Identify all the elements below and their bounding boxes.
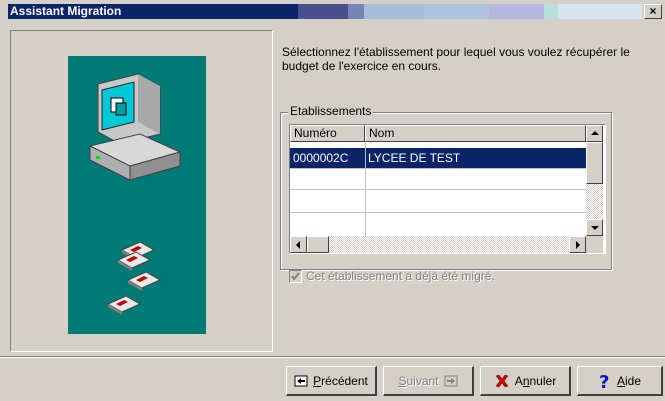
illustration-panel (10, 30, 273, 352)
list-item[interactable]: 0000002C LYCEE DE TEST (290, 148, 586, 168)
close-button[interactable]: × (644, 4, 662, 19)
horizontal-scrollbar[interactable] (290, 236, 586, 253)
migrated-checkbox[interactable] (289, 270, 302, 283)
checkmark-icon (291, 272, 300, 281)
cancel-button[interactable]: Annuler (480, 366, 571, 396)
cell-nom: LYCEE DE TEST (368, 151, 461, 165)
cell-numero: 0000002C (293, 151, 349, 165)
title-gradient-band (364, 4, 424, 19)
instruction-text: Sélectionnez l'établissement pour lequel… (282, 45, 630, 73)
grid-line (290, 189, 586, 190)
next-button[interactable]: Suivant (383, 366, 474, 396)
group-label: Etablissements (288, 104, 374, 118)
cancel-label: Annuler (514, 373, 557, 388)
grid-line (290, 212, 586, 213)
title-gradient-band (424, 4, 489, 19)
left-arrow-icon (296, 241, 300, 249)
back-arrow-icon (294, 375, 308, 387)
help-button[interactable]: ? Aide (577, 366, 663, 396)
grid-line (290, 168, 586, 169)
title-gradient-band (544, 4, 558, 19)
window-title: Assistant Migration (10, 4, 122, 18)
previous-label: Précédent (313, 373, 368, 388)
red-x-icon (494, 373, 510, 389)
forward-arrow-icon (444, 375, 458, 387)
next-label: Suivant (398, 373, 439, 388)
column-header-numero[interactable]: Numéro (290, 125, 365, 142)
down-arrow-icon (591, 226, 599, 230)
title-gradient-band (298, 4, 348, 19)
scroll-down-button[interactable] (586, 219, 603, 236)
vertical-scrollbar[interactable] (586, 125, 603, 236)
title-gradient-band (558, 4, 642, 19)
scroll-up-button[interactable] (586, 125, 603, 142)
up-arrow-icon (591, 131, 599, 135)
right-arrow-icon (576, 241, 580, 249)
svg-text:?: ? (599, 372, 609, 390)
previous-button[interactable]: Précédent (286, 366, 377, 396)
etablissements-list[interactable]: Numéro Nom 0000002C LYCEE DE TEST (289, 124, 606, 254)
question-mark-icon: ? (598, 372, 612, 390)
scroll-left-button[interactable] (290, 236, 307, 253)
footer-separator (0, 356, 665, 358)
scrollbar-corner (586, 236, 603, 253)
column-header-nom[interactable]: Nom (365, 125, 586, 142)
migrated-checkbox-label: Cet établissement a déjà été migré. (306, 269, 495, 283)
title-bar[interactable]: Assistant Migration × (0, 0, 665, 22)
illustration-background (68, 56, 206, 334)
scroll-right-button[interactable] (569, 236, 586, 253)
title-gradient-band (489, 4, 544, 19)
computer-icon (88, 73, 182, 181)
floppy-disks-icon (106, 241, 162, 315)
horizontal-scroll-thumb[interactable] (307, 236, 329, 253)
title-gradient-band (348, 4, 364, 19)
vertical-scroll-thumb[interactable] (586, 142, 603, 184)
help-label: Aide (616, 373, 642, 388)
